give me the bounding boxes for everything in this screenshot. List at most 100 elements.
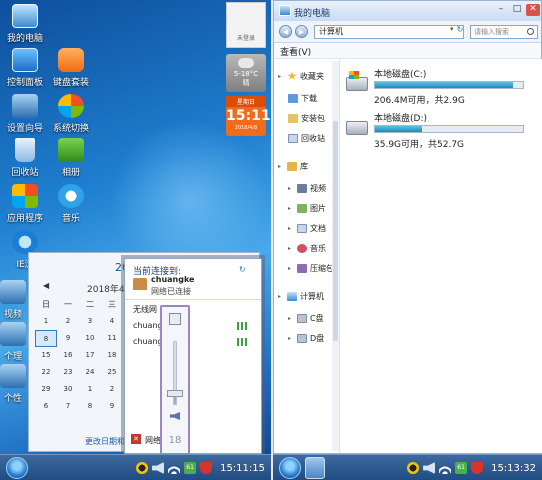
expand-icon[interactable]: ▸: [288, 245, 294, 252]
desktop-icon-music[interactable]: 音乐: [46, 184, 96, 224]
change-date-link[interactable]: 更改日期和: [85, 436, 125, 447]
taskbar-explorer-button[interactable]: [305, 457, 325, 479]
address-field[interactable]: 计算机: [314, 25, 464, 39]
wifi-icon[interactable]: [168, 462, 181, 474]
taskbar-clock[interactable]: 15:11:15: [220, 463, 265, 474]
nav-drive-c[interactable]: ▸ C盘: [288, 311, 324, 325]
calendar-day[interactable]: 2: [101, 381, 123, 398]
taskbar-clock[interactable]: 15:13:32: [491, 463, 536, 474]
nav-computer[interactable]: ▸ 计算机: [278, 289, 324, 303]
title-bar[interactable]: 我的电脑 – □ ✕: [274, 1, 541, 21]
desktop-icon-setup-wizard[interactable]: 设置向导: [0, 94, 50, 134]
wifi-network-item[interactable]: chuang: [133, 337, 253, 346]
expand-icon[interactable]: ▸: [278, 163, 284, 170]
start-button[interactable]: [279, 457, 301, 479]
user-gadget[interactable]: 未登录: [226, 2, 266, 48]
calendar-day[interactable]: 11: [101, 330, 123, 347]
desktop-icon-album[interactable]: 相册: [46, 138, 96, 178]
volume-icon[interactable]: [423, 462, 436, 474]
calendar-day[interactable]: 8: [79, 398, 101, 415]
expand-icon[interactable]: ▸: [278, 293, 284, 300]
maximize-button[interactable]: □: [510, 4, 524, 16]
speaker-icon[interactable]: [170, 412, 180, 420]
battery-icon[interactable]: 61: [184, 462, 197, 474]
back-button[interactable]: ◀: [279, 25, 292, 38]
calendar-day[interactable]: 7: [57, 398, 79, 415]
calendar-day[interactable]: 1: [35, 313, 57, 330]
calendar-day[interactable]: 25: [101, 364, 123, 381]
qq-icon[interactable]: [407, 462, 420, 474]
start-button[interactable]: [6, 457, 28, 479]
calendar-day[interactable]: 6: [35, 398, 57, 415]
security-shield-icon[interactable]: [471, 462, 484, 474]
speaker-device-icon[interactable]: [169, 313, 181, 325]
desktop-icon-apps[interactable]: 应用程序: [0, 184, 50, 224]
search-icon[interactable]: [527, 28, 534, 35]
drive-c-tile[interactable]: 本地磁盘(C:) 206.4M可用，共2.9G: [344, 67, 540, 107]
drive-d-tile[interactable]: 本地磁盘(D:) 35.9G可用，共52.7G: [344, 111, 540, 151]
desktop-icon-system-switch[interactable]: 系统切换: [46, 94, 96, 134]
desktop-icon-label: 系统切换: [52, 124, 89, 134]
nav-favorites[interactable]: ▸ 收藏夹: [278, 69, 324, 83]
nav-pictures[interactable]: ▸ 图片: [288, 201, 326, 215]
expand-icon[interactable]: ▸: [288, 315, 294, 322]
disconnect-icon[interactable]: ✕: [131, 434, 141, 444]
nav-archives[interactable]: ▸ 压缩包: [288, 261, 334, 275]
calendar-day[interactable]: 23: [57, 364, 79, 381]
calendar-day[interactable]: 30: [57, 381, 79, 398]
menu-view[interactable]: 查看(V): [280, 45, 311, 58]
nav-downloads[interactable]: 下载: [288, 91, 317, 105]
calendar-day[interactable]: 22: [35, 364, 57, 381]
nav-music[interactable]: ▸ 音乐: [288, 241, 326, 255]
wifi-network-item[interactable]: chuang: [133, 321, 253, 330]
chevron-down-icon[interactable]: ▾: [450, 25, 454, 33]
expand-icon[interactable]: ▸: [278, 73, 284, 80]
calendar-prev-month-icon[interactable]: ◀: [43, 281, 49, 290]
calendar-day[interactable]: 16: [57, 347, 79, 364]
volume-icon[interactable]: [152, 462, 165, 474]
nav-installers[interactable]: 安装包: [288, 111, 325, 125]
expand-icon[interactable]: ▸: [288, 205, 294, 212]
desktop-icon-control-panel[interactable]: 控制面板: [0, 48, 50, 88]
weather-gadget[interactable]: 5-18°C 晴: [226, 54, 266, 92]
search-input[interactable]: 请输入搜索: [470, 25, 538, 39]
security-shield-icon[interactable]: [200, 462, 213, 474]
calendar-day[interactable]: 17: [79, 347, 101, 364]
scrollbar-thumb[interactable]: [333, 121, 338, 341]
calendar-day[interactable]: 9: [57, 330, 79, 347]
wifi-icon[interactable]: [439, 462, 452, 474]
volume-slider-thumb[interactable]: [167, 390, 183, 398]
expand-icon[interactable]: ▸: [288, 185, 294, 192]
desktop-icon-keyboard-suite[interactable]: 键盘套装: [46, 48, 96, 88]
calendar-day[interactable]: 9: [101, 398, 123, 415]
calendar-day[interactable]: 10: [79, 330, 101, 347]
nav-videos[interactable]: ▸ 视频: [288, 181, 326, 195]
clock-gadget[interactable]: 星期日 15:11 2018/4/8: [226, 96, 271, 136]
desktop-icon-recycle-bin[interactable]: 回收站: [0, 138, 50, 178]
nav-recycle-bin[interactable]: 回收站: [288, 131, 325, 145]
close-button[interactable]: ✕: [526, 4, 540, 16]
calendar-day[interactable]: 2: [57, 313, 79, 330]
qq-icon[interactable]: [136, 462, 149, 474]
nav-documents[interactable]: ▸ 文档: [288, 221, 326, 235]
calendar-day[interactable]: 29: [35, 381, 57, 398]
calendar-day[interactable]: 8: [35, 330, 57, 347]
refresh-icon[interactable]: ↻: [239, 265, 246, 274]
calendar-day[interactable]: 3: [79, 313, 101, 330]
calendar-day[interactable]: 24: [79, 364, 101, 381]
minimize-button[interactable]: –: [494, 4, 508, 16]
calendar-day[interactable]: 1: [79, 381, 101, 398]
nav-scrollbar[interactable]: [332, 61, 339, 451]
expand-icon[interactable]: ▸: [288, 265, 294, 272]
forward-button[interactable]: ▶: [295, 25, 308, 38]
calendar-day[interactable]: 4: [101, 313, 123, 330]
expand-icon[interactable]: ▸: [288, 225, 294, 232]
nav-drive-d[interactable]: ▸ D盘: [288, 331, 324, 345]
nav-libraries[interactable]: ▸ 库: [278, 159, 308, 173]
battery-icon[interactable]: 61: [455, 462, 468, 474]
refresh-icon[interactable]: ↻: [454, 25, 466, 39]
calendar-day[interactable]: 18: [101, 347, 123, 364]
expand-icon[interactable]: ▸: [288, 335, 294, 342]
calendar-day[interactable]: 15: [35, 347, 57, 364]
desktop-icon-my-computer[interactable]: 我的电脑: [0, 4, 50, 44]
